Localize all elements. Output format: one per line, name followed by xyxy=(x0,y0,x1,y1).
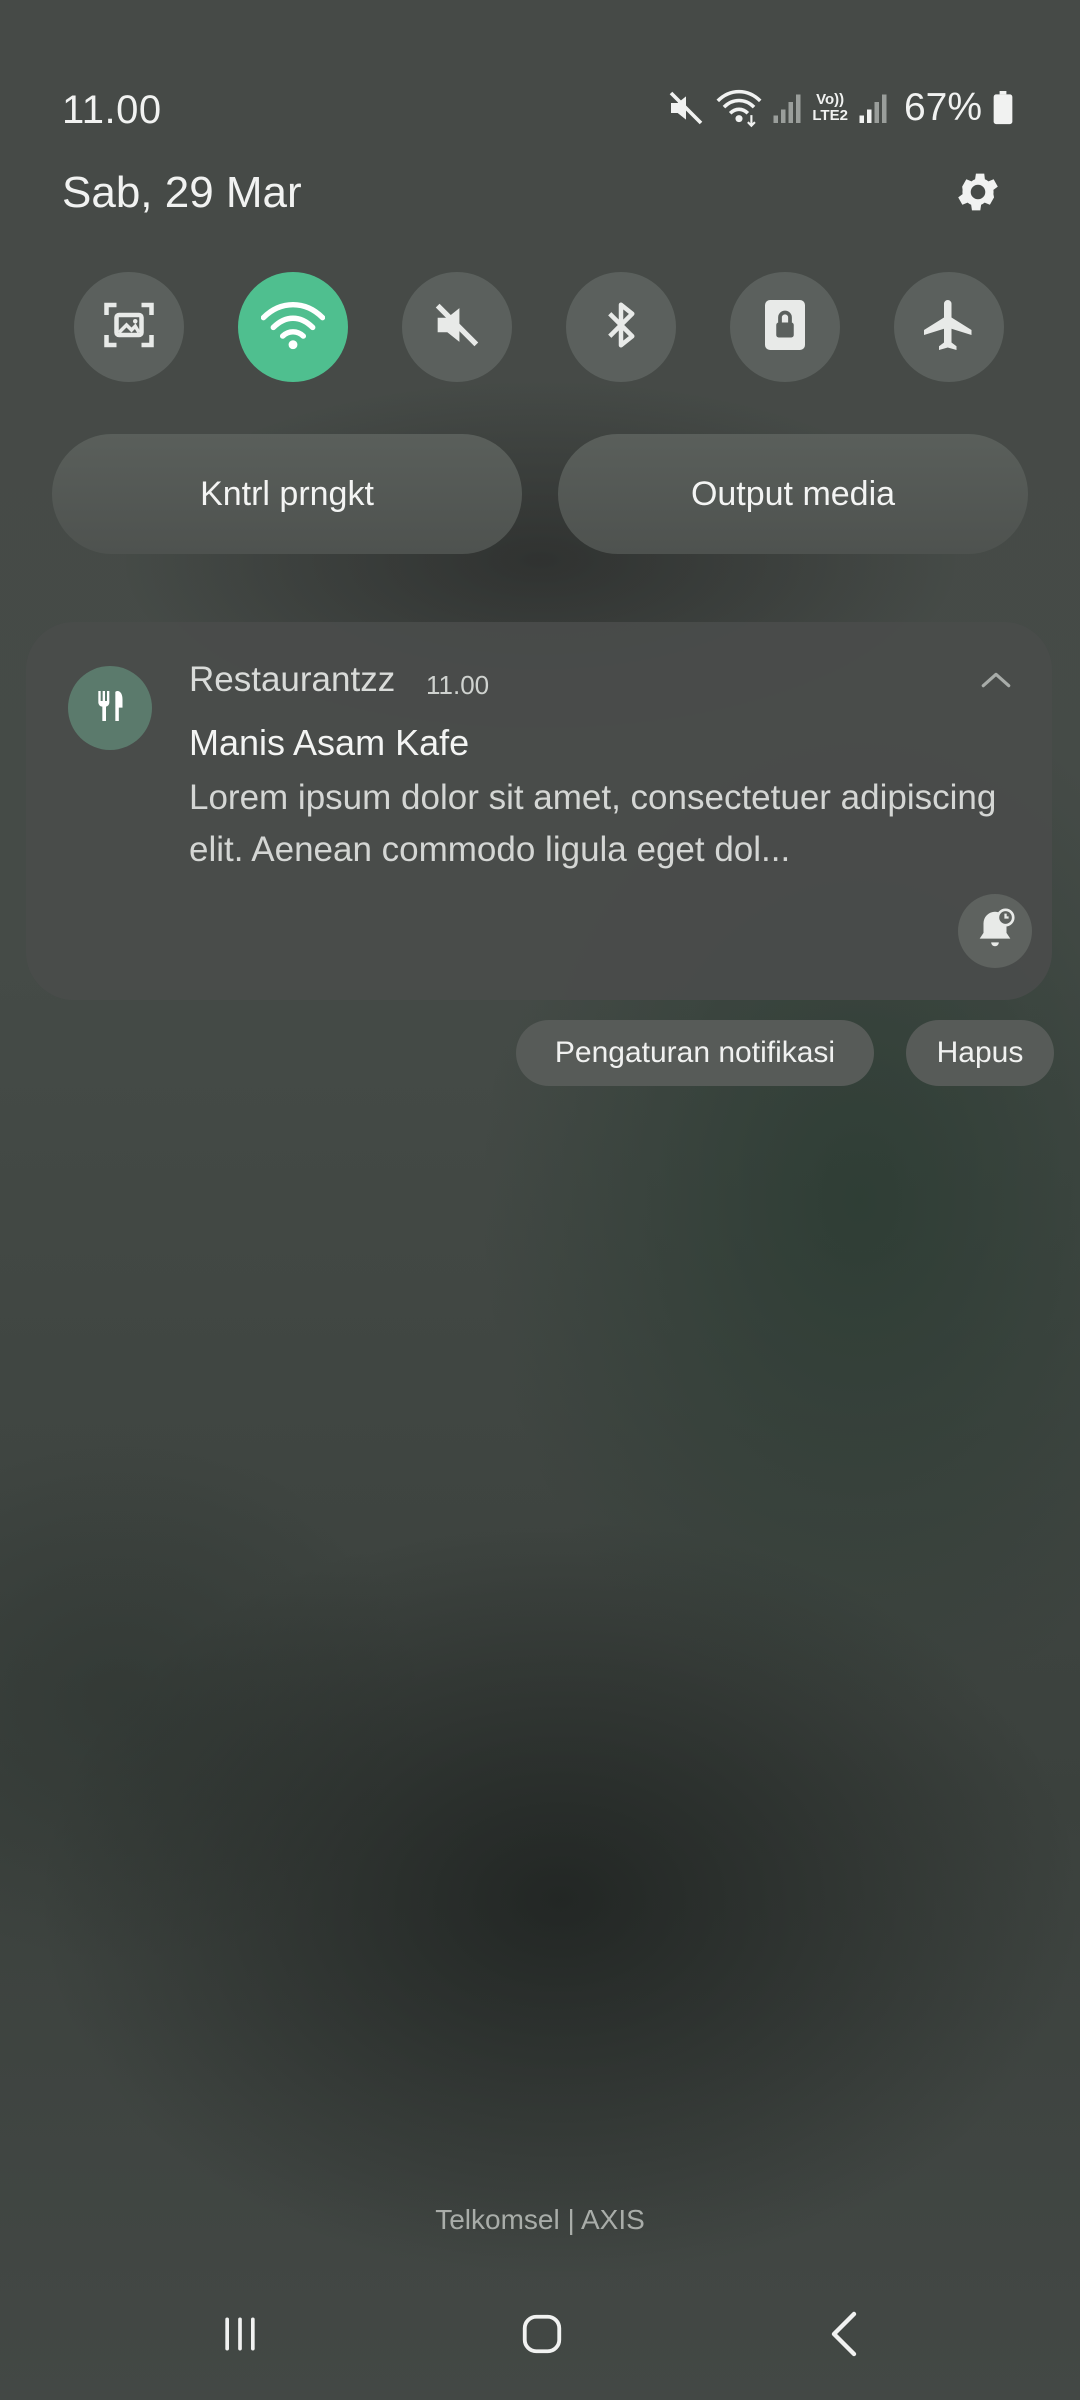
wifi-icon xyxy=(260,297,326,358)
notification-title: Manis Asam Kafe xyxy=(189,722,470,763)
notification-settings-button[interactable]: Pengaturan notifikasi xyxy=(516,1020,874,1086)
back-button[interactable] xyxy=(806,2300,886,2372)
screenshot-toggle[interactable] xyxy=(74,272,184,382)
status-icons: Vo)) LTE2 67% xyxy=(666,86,1014,130)
settings-button[interactable] xyxy=(948,164,1008,224)
clear-button[interactable]: Hapus xyxy=(906,1020,1054,1086)
bluetooth-icon xyxy=(594,295,648,360)
signal-icon xyxy=(858,91,888,125)
quick-settings-row xyxy=(0,272,1080,384)
notification-body: Lorem ipsum dolor sit amet, consectetuer… xyxy=(189,778,997,869)
mute-icon xyxy=(428,296,486,359)
snooze-button[interactable] xyxy=(958,894,1032,968)
carrier-label: Telkomsel | AXIS xyxy=(435,2204,645,2235)
cutlery-icon xyxy=(90,686,130,731)
collapse-button[interactable] xyxy=(976,662,1016,702)
recents-icon xyxy=(218,2312,262,2361)
chevron-up-icon xyxy=(979,669,1013,696)
notification-time: 11.00 xyxy=(426,670,490,700)
sound-toggle[interactable] xyxy=(402,272,512,382)
volte-lte2-icon: Vo)) LTE2 xyxy=(812,91,848,124)
rotation-lock-toggle[interactable] xyxy=(730,272,840,382)
home-button[interactable] xyxy=(502,2300,582,2372)
status-time: 11.00 xyxy=(62,88,162,132)
notification-card[interactable]: Restaurantzz 11.00 Manis Asam Kafe Lorem… xyxy=(26,622,1052,1000)
airplane-toggle[interactable] xyxy=(894,272,1004,382)
screenshot-icon xyxy=(99,295,159,360)
mute-icon xyxy=(666,88,706,128)
bell-snooze-icon xyxy=(972,906,1018,957)
battery-icon xyxy=(992,91,1014,125)
back-icon xyxy=(826,2310,866,2363)
navigation-bar xyxy=(0,2300,1080,2372)
notification-app-name: Restaurantzz xyxy=(189,660,396,699)
recents-button[interactable] xyxy=(200,2300,280,2372)
airplane-icon xyxy=(919,295,979,360)
bluetooth-toggle[interactable] xyxy=(566,272,676,382)
date-label: Sab, 29 Mar xyxy=(62,168,302,217)
app-icon xyxy=(68,666,152,750)
device-control-button[interactable]: Kntrl prngkt xyxy=(52,434,522,554)
signal-icon xyxy=(772,91,802,125)
home-icon xyxy=(519,2311,565,2362)
gear-icon xyxy=(953,167,1003,222)
wifi-icon xyxy=(716,88,762,128)
wifi-toggle[interactable] xyxy=(238,272,348,382)
battery-percent: 67% xyxy=(903,86,982,129)
rotation-lock-icon xyxy=(759,295,811,360)
media-output-button[interactable]: Output media xyxy=(558,434,1028,554)
